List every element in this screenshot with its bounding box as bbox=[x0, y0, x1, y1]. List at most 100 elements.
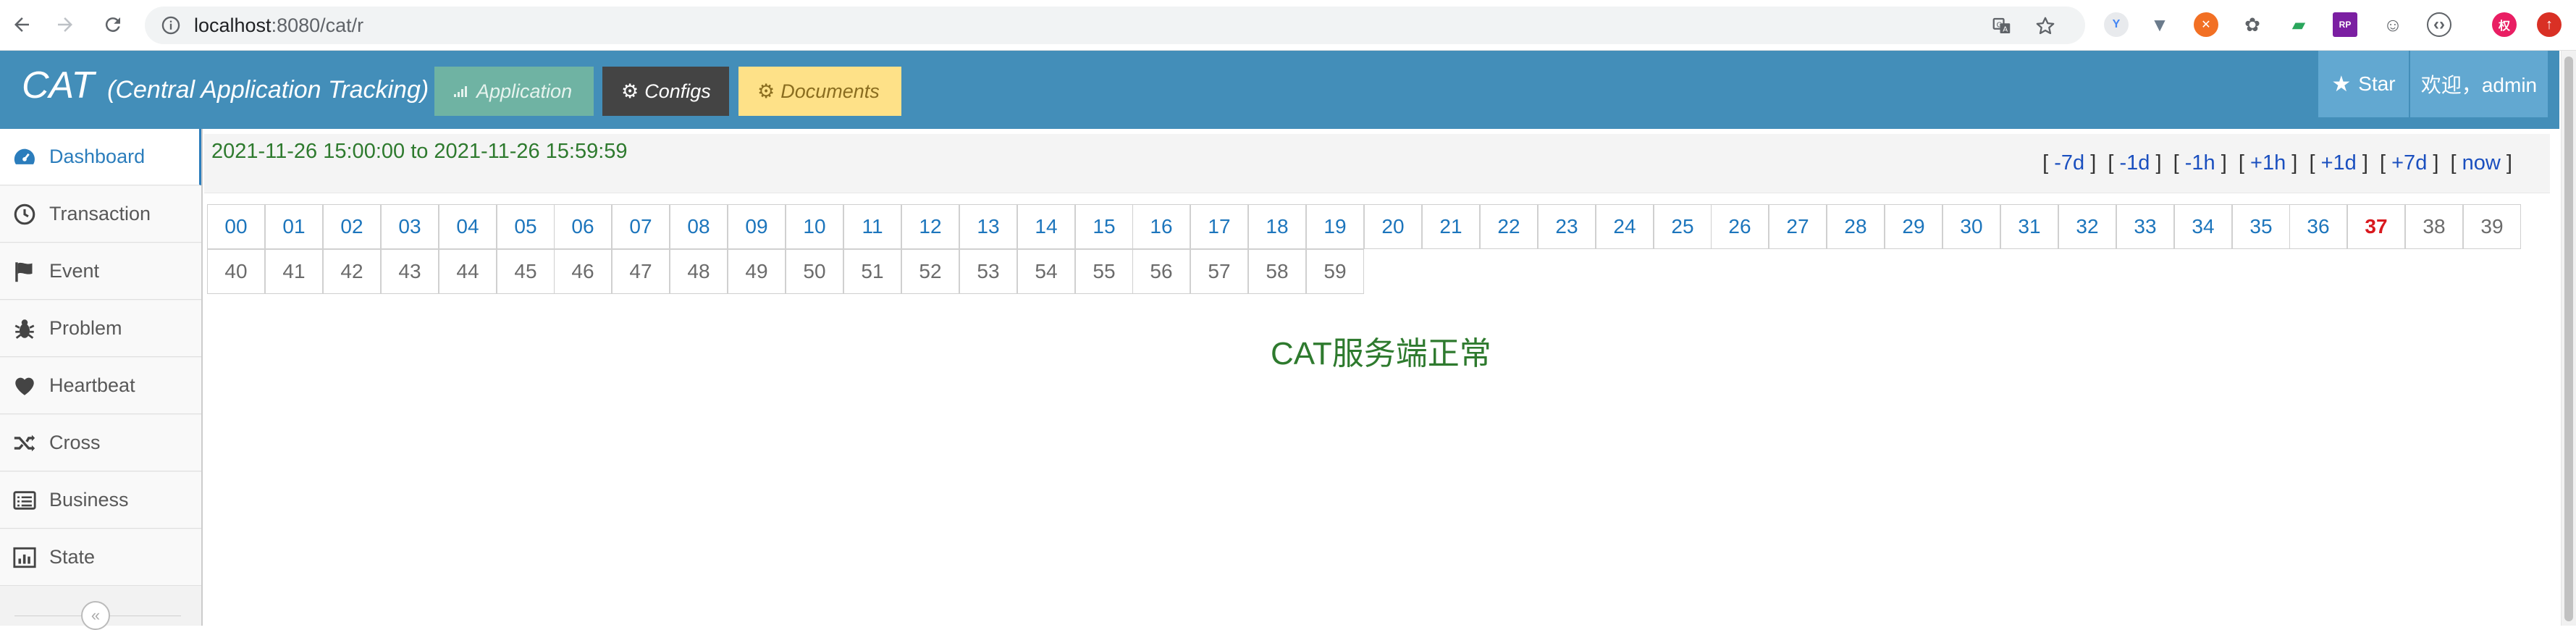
time-quick-links: [ -7d ] [ -1d ] [ -1h ] [ +1h ] [ +1d ] … bbox=[2042, 151, 2512, 175]
link-plus-7d[interactable]: +7d bbox=[2391, 151, 2427, 175]
extension-rp-icon[interactable]: RP bbox=[2333, 12, 2357, 37]
minute-cell-54: 54 bbox=[1017, 249, 1075, 294]
star-bookmark-icon[interactable] bbox=[2034, 15, 2056, 37]
minute-cell-19[interactable]: 19 bbox=[1306, 204, 1364, 249]
link-now[interactable]: now bbox=[2462, 151, 2501, 175]
link-minus-1d[interactable]: -1d bbox=[2120, 151, 2150, 175]
extension-y-icon[interactable]: Y bbox=[2104, 12, 2129, 37]
minute-cell-15[interactable]: 15 bbox=[1075, 204, 1133, 249]
minute-cell-27[interactable]: 27 bbox=[1769, 204, 1827, 249]
minute-cell-45: 45 bbox=[497, 249, 555, 294]
minute-cell-20[interactable]: 20 bbox=[1364, 204, 1422, 249]
extension-puzzle-icon[interactable]: ✿ bbox=[2240, 12, 2265, 37]
sidebar-item-event[interactable]: Event bbox=[0, 243, 201, 300]
extension-green-icon[interactable]: ▰ bbox=[2286, 12, 2311, 37]
brand-title: CAT bbox=[22, 64, 95, 106]
link-minus-1h[interactable]: -1h bbox=[2185, 151, 2215, 175]
minute-cell-24[interactable]: 24 bbox=[1596, 204, 1654, 249]
application-button[interactable]: Application bbox=[434, 67, 594, 116]
minute-cell-23[interactable]: 23 bbox=[1538, 204, 1596, 249]
sidebar-item-transaction[interactable]: Transaction bbox=[0, 186, 201, 243]
minute-cell-25[interactable]: 25 bbox=[1654, 204, 1712, 249]
minute-cell-57: 57 bbox=[1190, 249, 1248, 294]
minute-cell-30[interactable]: 30 bbox=[1942, 204, 2000, 249]
minute-cell-46: 46 bbox=[554, 249, 612, 294]
minute-cell-17[interactable]: 17 bbox=[1190, 204, 1248, 249]
minute-cell-16[interactable]: 16 bbox=[1132, 204, 1190, 249]
minute-cell-01[interactable]: 01 bbox=[265, 204, 323, 249]
update-icon[interactable]: ↑ bbox=[2537, 12, 2562, 37]
minute-cell-13[interactable]: 13 bbox=[959, 204, 1017, 249]
sidebar-item-heartbeat[interactable]: Heartbeat bbox=[0, 358, 201, 414]
minute-cell-05[interactable]: 05 bbox=[497, 204, 555, 249]
forward-button[interactable] bbox=[49, 9, 81, 41]
sidebar-item-cross[interactable]: Cross bbox=[0, 415, 201, 471]
minute-cell-21[interactable]: 21 bbox=[1422, 204, 1480, 249]
back-button[interactable] bbox=[6, 9, 38, 41]
minute-cell-11[interactable]: 11 bbox=[843, 204, 901, 249]
minute-cell-26[interactable]: 26 bbox=[1711, 204, 1769, 249]
minute-cell-55: 55 bbox=[1075, 249, 1133, 294]
minute-cell-12[interactable]: 12 bbox=[901, 204, 959, 249]
sidebar-item-state[interactable]: State bbox=[0, 529, 201, 586]
time-range-text: 2021-11-26 15:00:00 to 2021-11-26 15:59:… bbox=[211, 140, 628, 163]
minute-cell-43: 43 bbox=[381, 249, 439, 294]
reload-button[interactable] bbox=[97, 9, 129, 41]
minute-cell-29[interactable]: 29 bbox=[1885, 204, 1942, 249]
minute-cell-42: 42 bbox=[323, 249, 381, 294]
minute-cell-34[interactable]: 34 bbox=[2174, 204, 2232, 249]
sidebar-collapse-button[interactable]: « bbox=[81, 601, 110, 630]
translate-icon[interactable]: GA bbox=[1991, 15, 2013, 37]
user-greeting: 欢迎，admin bbox=[2420, 74, 2538, 96]
application-label: Application bbox=[476, 80, 573, 102]
minute-cell-04[interactable]: 04 bbox=[439, 204, 497, 249]
extension-orange-icon[interactable]: ✕ bbox=[2194, 12, 2218, 37]
bar-chart-icon bbox=[0, 545, 49, 570]
minute-cell-08[interactable]: 08 bbox=[670, 204, 728, 249]
minute-cell-37[interactable]: 37 bbox=[2347, 204, 2405, 249]
sidebar-item-business[interactable]: Business bbox=[0, 472, 201, 529]
star-button[interactable]: ★ Star bbox=[2318, 51, 2409, 117]
link-minus-7d[interactable]: -7d bbox=[2054, 151, 2084, 175]
link-plus-1h[interactable]: +1h bbox=[2250, 151, 2286, 175]
browser-toolbar: localhost:8080/cat/r GA Y ▼ ✕ ✿ ▰ RP ☺ ‹… bbox=[0, 0, 2576, 51]
svg-text:G: G bbox=[1997, 21, 2003, 29]
page-scrollbar[interactable] bbox=[2561, 51, 2576, 626]
minute-cell-03[interactable]: 03 bbox=[381, 204, 439, 249]
sidebar-item-dashboard[interactable]: Dashboard bbox=[0, 129, 201, 185]
minute-cell-39: 39 bbox=[2463, 204, 2521, 249]
minute-cell-14[interactable]: 14 bbox=[1017, 204, 1075, 249]
cogs-icon: ⚙ bbox=[621, 80, 639, 102]
minute-cell-36[interactable]: 36 bbox=[2289, 204, 2347, 249]
extension-code-icon[interactable]: ‹› bbox=[2427, 12, 2451, 37]
user-menu[interactable]: 欢迎，admin bbox=[2410, 51, 2548, 117]
info-icon[interactable] bbox=[161, 15, 181, 35]
profile-avatar[interactable]: 权 bbox=[2492, 12, 2517, 37]
minute-cell-06[interactable]: 06 bbox=[554, 204, 612, 249]
scrollbar-thumb[interactable] bbox=[2564, 56, 2573, 621]
documents-button[interactable]: ⚙ Documents bbox=[738, 67, 901, 116]
minute-cell-22[interactable]: 22 bbox=[1480, 204, 1538, 249]
minute-cell-32[interactable]: 32 bbox=[2058, 204, 2116, 249]
flag-icon bbox=[0, 259, 49, 284]
minute-cell-33[interactable]: 33 bbox=[2116, 204, 2174, 249]
brand[interactable]: CAT (Central Application Tracking) bbox=[22, 64, 429, 107]
arrow-right-icon bbox=[58, 17, 72, 32]
minute-cell-09[interactable]: 09 bbox=[728, 204, 786, 249]
minute-cell-07[interactable]: 07 bbox=[612, 204, 670, 249]
extension-cookie-icon[interactable]: ☺ bbox=[2381, 12, 2405, 37]
minute-cell-00[interactable]: 00 bbox=[207, 204, 265, 249]
minute-cell-53: 53 bbox=[959, 249, 1017, 294]
minute-cell-35[interactable]: 35 bbox=[2232, 204, 2290, 249]
heart-icon bbox=[0, 374, 49, 398]
minute-cell-02[interactable]: 02 bbox=[323, 204, 381, 249]
extension-v-icon[interactable]: ▼ bbox=[2147, 12, 2172, 37]
minute-cell-28[interactable]: 28 bbox=[1827, 204, 1885, 249]
address-bar[interactable]: localhost:8080/cat/r GA bbox=[145, 7, 2085, 44]
minute-cell-18[interactable]: 18 bbox=[1248, 204, 1306, 249]
sidebar-item-problem[interactable]: Problem bbox=[0, 301, 201, 357]
link-plus-1d[interactable]: +1d bbox=[2321, 151, 2357, 175]
minute-cell-31[interactable]: 31 bbox=[2000, 204, 2058, 249]
configs-button[interactable]: ⚙ Configs bbox=[602, 67, 729, 116]
minute-cell-10[interactable]: 10 bbox=[786, 204, 843, 249]
